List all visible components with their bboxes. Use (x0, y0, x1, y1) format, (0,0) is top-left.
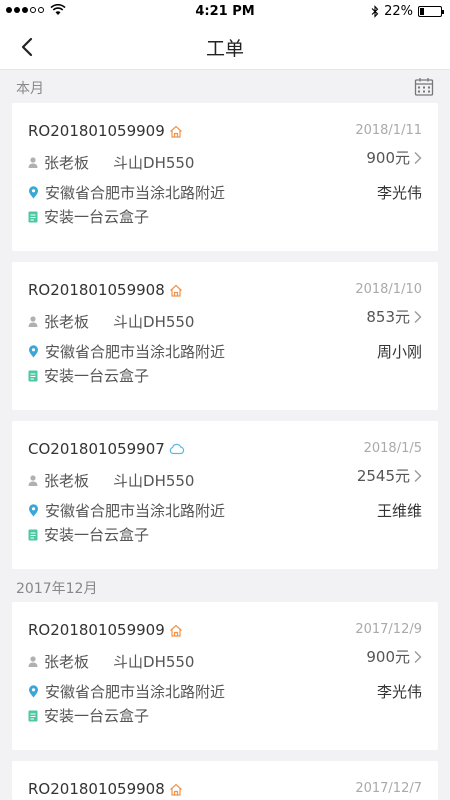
home-icon (169, 624, 182, 637)
section-header: 2017年12月 (0, 571, 450, 603)
order-address: 安徽省合肥市当涂北路附近 (45, 683, 226, 701)
battery-fill (420, 8, 424, 15)
section-header: 本月 (0, 71, 450, 103)
cloud-icon (169, 443, 184, 455)
home-icon (169, 783, 182, 796)
customer-name: 张老板 (44, 154, 90, 172)
task-description: 安装一台云盒子 (44, 367, 150, 385)
location-icon (29, 504, 38, 517)
order-address: 安徽省合肥市当涂北路附近 (45, 343, 226, 361)
calendar-icon[interactable] (414, 77, 434, 97)
location-icon (29, 685, 38, 698)
navigation-bar: 工单 (0, 24, 450, 70)
order-number: CO201801059907 (28, 440, 165, 458)
work-order-card[interactable]: RO201801059908 2017/12/7 (12, 761, 438, 800)
order-price: 900元 (366, 648, 410, 666)
person-icon (28, 157, 38, 168)
task-description: 安装一台云盒子 (44, 208, 150, 226)
work-order-card[interactable]: CO201801059907 2018/1/5 张老板 斗山DH550 2545… (12, 421, 438, 569)
device-model: 斗山DH550 (113, 472, 195, 490)
order-number: RO201801059909 (28, 122, 165, 140)
customer-name: 张老板 (44, 313, 90, 331)
status-bar: 4:21 PM 22% (0, 0, 450, 24)
person-icon (28, 475, 38, 486)
order-date: 2017/12/9 (355, 622, 422, 637)
task-description: 安装一台云盒子 (44, 707, 150, 725)
order-address: 安徽省合肥市当涂北路附近 (45, 184, 226, 202)
work-order-card[interactable]: RO201801059909 2018/1/11 张老板 斗山DH550 900… (12, 103, 438, 251)
section-title: 本月 (16, 81, 44, 97)
order-address: 安徽省合肥市当涂北路附近 (45, 502, 226, 520)
task-icon (28, 529, 38, 540)
task-icon (28, 370, 38, 381)
customer-name: 张老板 (44, 472, 90, 490)
location-icon (29, 345, 38, 358)
customer-name: 张老板 (44, 653, 90, 671)
task-description: 安装一台云盒子 (44, 526, 150, 544)
person-icon (28, 316, 38, 327)
order-number: RO201801059909 (28, 621, 165, 639)
assigned-staff: 周小刚 (376, 343, 422, 361)
page-title: 工单 (205, 38, 244, 60)
chevron-right-icon (414, 650, 422, 663)
task-icon (28, 710, 38, 721)
order-date: 2018/1/11 (355, 123, 422, 138)
assigned-staff: 王维维 (376, 502, 422, 520)
home-icon (169, 284, 182, 297)
order-date: 2018/1/10 (355, 282, 422, 297)
home-icon (169, 125, 182, 138)
device-model: 斗山DH550 (113, 313, 195, 331)
work-order-card[interactable]: RO201801059909 2017/12/9 张老板 斗山DH550 900… (12, 602, 438, 750)
order-price: 900元 (366, 149, 410, 167)
order-date: 2018/1/5 (363, 441, 422, 456)
battery-percent: 22% (384, 4, 413, 19)
order-price: 853元 (366, 308, 410, 326)
order-date: 2017/12/7 (355, 781, 422, 796)
device-model: 斗山DH550 (113, 653, 195, 671)
device-model: 斗山DH550 (113, 154, 195, 172)
battery-icon (418, 6, 444, 17)
assigned-staff: 李光伟 (376, 184, 422, 202)
chevron-right-icon (414, 310, 422, 323)
bluetooth-icon (371, 5, 379, 18)
location-icon (29, 186, 38, 199)
assigned-staff: 李光伟 (376, 683, 422, 701)
order-number: RO201801059908 (28, 780, 165, 798)
order-number: RO201801059908 (28, 281, 165, 299)
chevron-right-icon (414, 469, 422, 482)
task-icon (28, 211, 38, 222)
person-icon (28, 656, 38, 667)
section-title: 2017年12月 (16, 581, 98, 597)
chevron-right-icon (414, 151, 422, 164)
work-order-card[interactable]: RO201801059908 2018/1/10 张老板 斗山DH550 853… (12, 262, 438, 410)
order-price: 2545元 (356, 467, 410, 485)
